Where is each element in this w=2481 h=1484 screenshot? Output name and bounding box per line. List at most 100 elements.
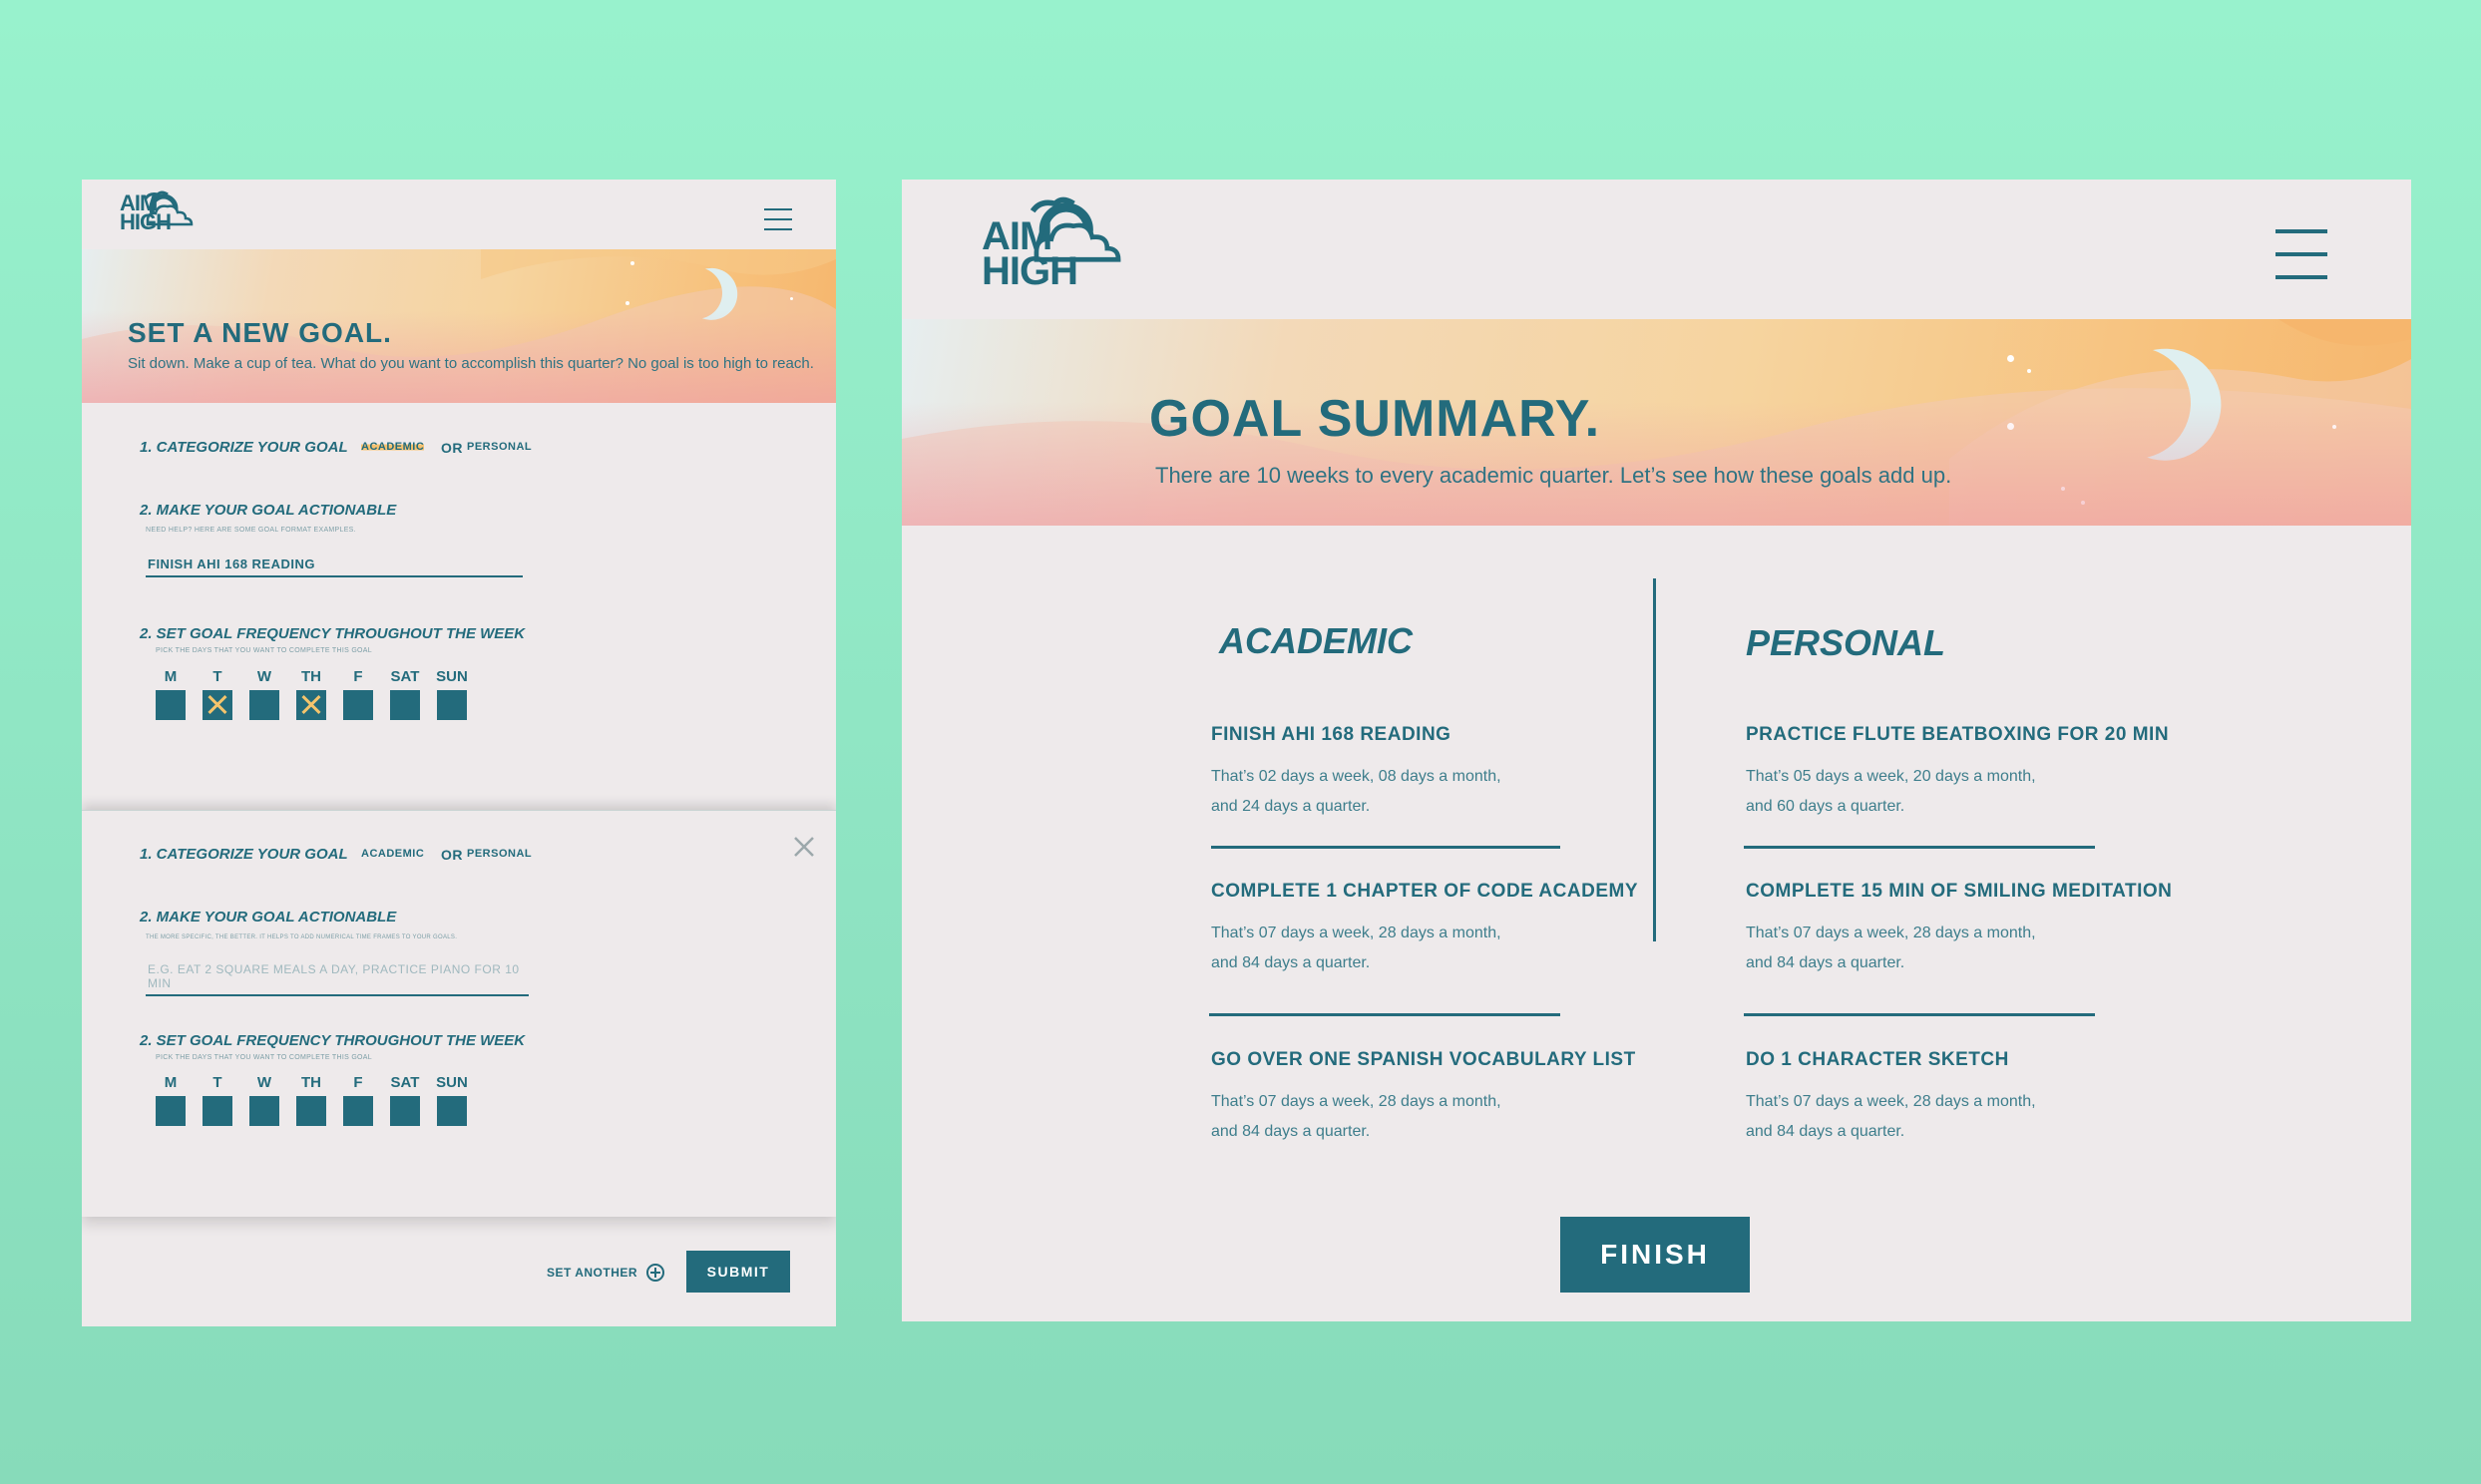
goal-stats-line: That’s 05 days a week, 20 days a month,	[1746, 768, 2036, 785]
goal-form-2: 1. CATEGORIZE YOUR GOAL ACADEMIC OR PERS…	[82, 810, 836, 1217]
category-academic-option[interactable]: ACADEMIC	[361, 848, 424, 860]
day-checkbox-th[interactable]	[296, 1096, 326, 1126]
category-academic-option[interactable]: ACADEMIC	[361, 441, 425, 453]
logo[interactable]: AIM HIGH	[120, 190, 194, 233]
page-title: GOAL SUMMARY.	[1149, 390, 1601, 448]
day-sat: SAT	[388, 668, 422, 720]
goal-divider	[1744, 1013, 2095, 1016]
logo-line2: HIGH	[982, 249, 1078, 294]
form-footer: SET ANOTHER SUBMIT	[82, 1217, 836, 1326]
page-subtitle: There are 10 weeks to every academic qua…	[1155, 463, 1952, 488]
actionable-label: 2. MAKE YOUR GOAL ACTIONABLE	[140, 909, 397, 926]
logo[interactable]: AIM HIGH	[982, 196, 1121, 294]
day-checkbox-sun[interactable]	[437, 690, 467, 720]
day-th: TH	[294, 668, 328, 720]
star	[625, 301, 629, 305]
day-label: W	[256, 1074, 272, 1091]
day-label: M	[164, 1074, 178, 1091]
day-checkbox-w[interactable]	[249, 690, 279, 720]
right-header: AIM HIGH	[902, 180, 2411, 319]
goal-divider	[1209, 1013, 1560, 1016]
goal-input[interactable]: FINISH AHI 168 READING	[146, 556, 523, 577]
day-label: SUN	[436, 1074, 468, 1091]
star	[2332, 425, 2336, 429]
goal-input[interactable]: E.G. EAT 2 SQUARE MEALS A DAY, PRACTICE …	[146, 962, 529, 996]
day-w: W	[247, 1074, 281, 1126]
day-label: SAT	[390, 1074, 420, 1091]
frequency-label: 2. SET GOAL FREQUENCY THROUGHOUT THE WEE…	[140, 1032, 526, 1049]
star	[2027, 369, 2031, 373]
moon-icon	[2063, 331, 2207, 475]
day-checkbox-sat[interactable]	[390, 1096, 420, 1126]
goal-stats-line: and 84 days a quarter.	[1746, 1123, 1905, 1140]
actionable-hint: THE MORE SPECIFIC, THE BETTER. IT HELPS …	[146, 934, 458, 940]
frequency-hint: PICK THE DAYS THAT YOU WANT TO COMPLETE …	[156, 647, 372, 654]
star	[2061, 487, 2065, 491]
hamburger-menu-icon[interactable]	[2275, 229, 2327, 279]
goal-stats: That’s 07 days a week, 28 days a month, a…	[1746, 919, 2195, 978]
category-personal-option[interactable]: PERSONAL	[467, 848, 532, 860]
right-banner: GOAL SUMMARY. There are 10 weeks to ever…	[902, 319, 2411, 526]
personal-heading: PERSONAL	[1746, 622, 1946, 663]
personal-goal-2: COMPLETE 15 MIN OF SMILING MEDITATION Th…	[1746, 881, 2195, 978]
day-checkbox-t[interactable]	[203, 1096, 232, 1126]
day-m: M	[154, 668, 188, 720]
goal-stats-line: That’s 02 days a week, 08 days a month,	[1211, 768, 1501, 785]
star	[790, 297, 793, 300]
day-checkbox-f[interactable]	[343, 1096, 373, 1126]
set-another-button[interactable]: SET ANOTHER	[547, 1263, 665, 1283]
left-banner: SET A NEW GOAL. Sit down. Make a cup of …	[82, 249, 836, 403]
day-checkbox-f[interactable]	[343, 690, 373, 720]
day-checkbox-m[interactable]	[156, 1096, 186, 1126]
academic-goal-3: GO OVER ONE SPANISH VOCABULARY LIST That…	[1211, 1049, 1660, 1147]
day-label: T	[212, 668, 222, 685]
goal-title: GO OVER ONE SPANISH VOCABULARY LIST	[1211, 1049, 1636, 1070]
close-icon[interactable]	[792, 835, 816, 859]
page-subtitle: Sit down. Make a cup of tea. What do you…	[128, 355, 814, 372]
day-picker: M T W TH F SAT SUN	[154, 1074, 469, 1126]
day-checkbox-th[interactable]	[296, 690, 326, 720]
day-checkbox-sat[interactable]	[390, 690, 420, 720]
left-header: AIM HIGH	[82, 180, 836, 249]
category-or-text: OR	[441, 440, 463, 456]
day-t: T	[201, 1074, 234, 1126]
actionable-label: 2. MAKE YOUR GOAL ACTIONABLE	[140, 502, 397, 519]
actionable-hint: NEED HELP? HERE ARE SOME GOAL FORMAT EXA…	[146, 527, 356, 534]
goal-stats-line: That’s 07 days a week, 28 days a month,	[1211, 925, 1501, 941]
day-checkbox-t[interactable]	[203, 690, 232, 720]
new-goal-panel: AIM HIGH SET A NEW GOAL. Sit down. Make …	[82, 180, 836, 1326]
frequency-label: 2. SET GOAL FREQUENCY THROUGHOUT THE WEE…	[140, 625, 526, 642]
category-personal-option[interactable]: PERSONAL	[467, 441, 532, 453]
goal-title: COMPLETE 15 MIN OF SMILING MEDITATION	[1746, 881, 2173, 902]
goal-divider	[1211, 846, 1560, 849]
page-title: SET A NEW GOAL.	[128, 317, 392, 348]
personal-goal-1: PRACTICE FLUTE BEATBOXING FOR 20 MIN Tha…	[1746, 724, 2195, 822]
submit-button[interactable]: SUBMIT	[686, 1251, 790, 1293]
goal-title: COMPLETE 1 CHAPTER OF CODE ACADEMY	[1211, 881, 1638, 902]
category-or-text: OR	[441, 847, 463, 863]
day-checkbox-m[interactable]	[156, 690, 186, 720]
day-label: TH	[301, 1074, 321, 1091]
day-checkbox-w[interactable]	[249, 1096, 279, 1126]
goal-title: DO 1 CHARACTER SKETCH	[1746, 1049, 2009, 1070]
day-label: SUN	[436, 668, 468, 685]
day-label: TH	[301, 668, 321, 685]
goal-stats-line: and 84 days a quarter.	[1746, 954, 1905, 971]
day-sun: SUN	[435, 1074, 469, 1126]
hamburger-menu-icon[interactable]	[764, 208, 792, 230]
goal-stats-line: That’s 07 days a week, 28 days a month,	[1746, 925, 2036, 941]
goal-stats-line: and 84 days a quarter.	[1211, 1123, 1371, 1140]
day-f: F	[341, 668, 375, 720]
plus-circle-icon	[646, 1264, 665, 1282]
finish-button[interactable]: FINISH	[1560, 1217, 1750, 1293]
day-checkbox-sun[interactable]	[437, 1096, 467, 1126]
goal-stats: That’s 07 days a week, 28 days a month, a…	[1211, 919, 1660, 978]
star	[2007, 355, 2014, 362]
goal-stats-line: That’s 07 days a week, 28 days a month,	[1211, 1093, 1501, 1110]
goal-title: FINISH AHI 168 READING	[1211, 724, 1451, 745]
day-picker: M T W TH F SAT SUN	[154, 668, 469, 720]
academic-goal-1: FINISH AHI 168 READING That’s 02 days a …	[1211, 724, 1660, 822]
goal-stats: That’s 07 days a week, 28 days a month, a…	[1211, 1087, 1660, 1147]
goal-stats: That’s 07 days a week, 28 days a month, a…	[1746, 1087, 2195, 1147]
day-label: T	[212, 1074, 222, 1091]
